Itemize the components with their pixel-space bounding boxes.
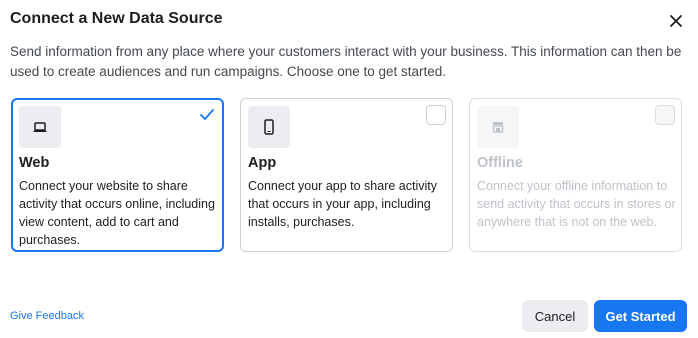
cancel-button[interactable]: Cancel	[522, 300, 588, 332]
option-description-web: Connect your website to share activity t…	[19, 179, 215, 247]
option-card-offline: Offline Connect your offline information…	[469, 98, 682, 252]
laptop-icon	[19, 106, 61, 148]
checkbox-web[interactable]	[197, 105, 217, 125]
store-icon	[477, 106, 519, 148]
checkbox-offline	[655, 105, 675, 125]
get-started-button[interactable]: Get Started	[594, 300, 687, 332]
dialog-title: Connect a New Data Source	[10, 10, 223, 27]
phone-icon	[248, 106, 290, 148]
option-title-web: Web	[19, 155, 50, 171]
option-title-offline: Offline	[477, 155, 523, 171]
option-card-web[interactable]: Web Connect your website to share activi…	[11, 98, 224, 252]
option-card-app[interactable]: App Connect your app to share activity t…	[240, 98, 453, 252]
option-description-app: Connect your app to share activity that …	[248, 179, 437, 229]
checkbox-app[interactable]	[426, 105, 446, 125]
connect-data-source-dialog: Connect a New Data Source Send informati…	[0, 0, 698, 338]
close-icon[interactable]	[667, 12, 685, 30]
dialog-description: Send information from any place where yo…	[10, 44, 682, 79]
give-feedback-link[interactable]: Give Feedback	[10, 310, 84, 322]
option-description-offline: Connect your offline information to send…	[477, 179, 676, 229]
option-title-app: App	[248, 155, 277, 171]
